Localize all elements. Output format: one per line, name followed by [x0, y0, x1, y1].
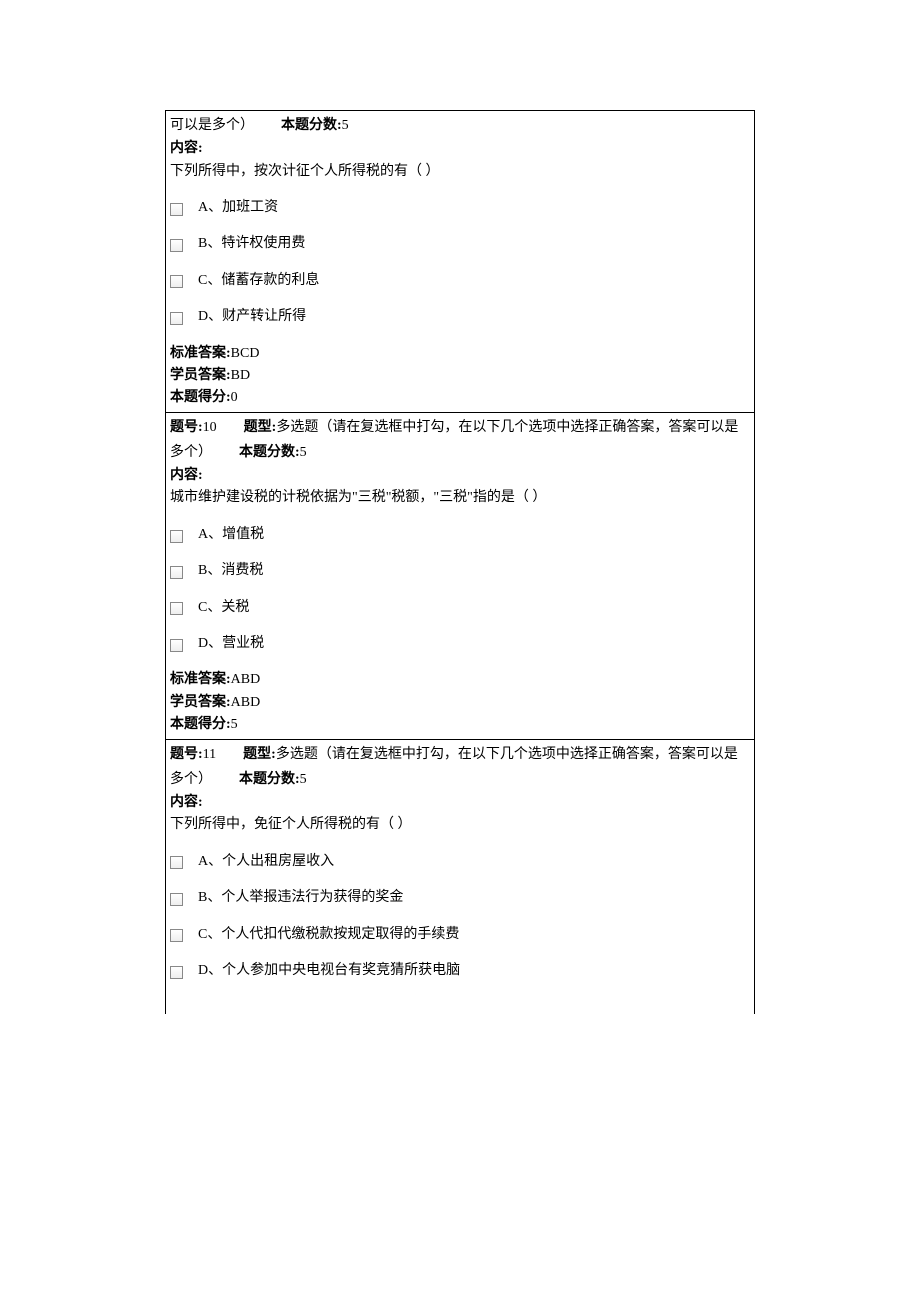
option-row: B、消费税: [170, 560, 750, 582]
type-label: 题型:: [244, 420, 277, 435]
got-score-value: 5: [231, 717, 238, 732]
question-header: 可以是多个） 本题分数:5: [170, 113, 750, 138]
qnum-value: 10: [203, 420, 217, 435]
option-text: B、消费税: [194, 560, 263, 582]
qnum-label: 题号:: [170, 420, 203, 435]
option-text: B、个人举报违法行为获得的奖金: [194, 887, 403, 909]
checkbox-wrap[interactable]: [170, 273, 194, 288]
question-content: 题号:10 题型:多选题（请在复选框中打勾，在以下几个选项中选择正确答案，答案可…: [166, 413, 754, 739]
question-header: 题号:11 题型:多选题（请在复选框中打勾，在以下几个选项中选择正确答案，答案可…: [170, 742, 750, 792]
score-label: 本题分数:: [239, 772, 300, 787]
got-score-label: 本题得分:: [170, 390, 231, 405]
checkbox-wrap[interactable]: [170, 310, 194, 325]
qnum-value: 11: [203, 747, 216, 762]
std-answer-label: 标准答案:: [170, 346, 231, 361]
option-text: C、关税: [194, 597, 249, 619]
checkbox-wrap[interactable]: [170, 600, 194, 615]
checkbox-wrap[interactable]: [170, 564, 194, 579]
option-row: B、个人举报违法行为获得的奖金: [170, 887, 750, 909]
checkbox-icon[interactable]: [170, 893, 183, 906]
std-answer-value: BCD: [231, 346, 260, 361]
checkbox-icon[interactable]: [170, 966, 183, 979]
content-text: 下列所得中，免征个人所得税的有（ ）: [170, 814, 750, 836]
content-text: 下列所得中，按次计征个人所得税的有（ ）: [170, 161, 750, 183]
checkbox-wrap[interactable]: [170, 854, 194, 869]
content-label: 内容:: [170, 465, 750, 487]
checkbox-icon[interactable]: [170, 530, 183, 543]
option-row: D、个人参加中央电视台有奖竞猜所获电脑: [170, 960, 750, 982]
score-label: 本题分数:: [239, 445, 300, 460]
option-row: C、关税: [170, 597, 750, 619]
checkbox-icon[interactable]: [170, 275, 183, 288]
checkbox-wrap[interactable]: [170, 528, 194, 543]
score-value: 5: [300, 772, 307, 787]
option-text: B、特许权使用费: [194, 233, 305, 255]
question-content: 可以是多个） 本题分数:5 内容: 下列所得中，按次计征个人所得税的有（ ） A…: [166, 111, 754, 412]
option-row: A、增值税: [170, 524, 750, 546]
option-text: A、个人出租房屋收入: [194, 851, 334, 873]
checkbox-icon[interactable]: [170, 856, 183, 869]
checkbox-icon[interactable]: [170, 239, 183, 252]
question-header: 题号:10 题型:多选题（请在复选框中打勾，在以下几个选项中选择正确答案，答案可…: [170, 415, 750, 465]
student-answer-label: 学员答案:: [170, 695, 231, 710]
content-label: 内容:: [170, 792, 750, 814]
checkbox-icon[interactable]: [170, 312, 183, 325]
option-text: A、加班工资: [194, 197, 278, 219]
checkbox-wrap[interactable]: [170, 927, 194, 942]
student-answer-value: BD: [231, 368, 250, 383]
score-value: 5: [342, 118, 349, 133]
checkbox-icon[interactable]: [170, 602, 183, 615]
checkbox-wrap[interactable]: [170, 637, 194, 652]
header-fragment: 可以是多个）: [170, 118, 254, 133]
checkbox-icon[interactable]: [170, 639, 183, 652]
question-block-9: 可以是多个） 本题分数:5 内容: 下列所得中，按次计征个人所得税的有（ ） A…: [165, 110, 755, 412]
student-answer-value: ABD: [231, 695, 261, 710]
question-block-10: 题号:10 题型:多选题（请在复选框中打勾，在以下几个选项中选择正确答案，答案可…: [165, 412, 755, 739]
score-label: 本题分数:: [281, 118, 342, 133]
option-text: C、储蓄存款的利息: [194, 270, 319, 292]
type-label: 题型:: [243, 747, 276, 762]
checkbox-wrap[interactable]: [170, 964, 194, 979]
option-row: B、特许权使用费: [170, 233, 750, 255]
checkbox-icon[interactable]: [170, 929, 183, 942]
option-row: D、营业税: [170, 633, 750, 655]
option-row: A、加班工资: [170, 197, 750, 219]
question-block-11: 题号:11 题型:多选题（请在复选框中打勾，在以下几个选项中选择正确答案，答案可…: [165, 739, 755, 1015]
option-row: D、财产转让所得: [170, 306, 750, 328]
option-text: D、财产转让所得: [194, 306, 306, 328]
question-content: 题号:11 题型:多选题（请在复选框中打勾，在以下几个选项中选择正确答案，答案可…: [166, 740, 754, 1015]
std-answer-value: ABD: [231, 672, 261, 687]
option-row: C、个人代扣代缴税款按规定取得的手续费: [170, 924, 750, 946]
option-text: A、增值税: [194, 524, 264, 546]
answer-section: 标准答案:ABD 学员答案:ABD 本题得分:5: [170, 669, 750, 736]
got-score-label: 本题得分:: [170, 717, 231, 732]
std-answer-label: 标准答案:: [170, 672, 231, 687]
got-score-value: 0: [231, 390, 238, 405]
checkbox-icon[interactable]: [170, 203, 183, 216]
checkbox-wrap[interactable]: [170, 237, 194, 252]
student-answer-label: 学员答案:: [170, 368, 231, 383]
checkbox-wrap[interactable]: [170, 891, 194, 906]
content-label: 内容:: [170, 138, 750, 160]
option-row: A、个人出租房屋收入: [170, 851, 750, 873]
option-text: C、个人代扣代缴税款按规定取得的手续费: [194, 924, 459, 946]
qnum-label: 题号:: [170, 747, 203, 762]
content-text: 城市维护建设税的计税依据为"三税"税额，"三税"指的是（ ）: [170, 487, 750, 509]
score-value: 5: [300, 445, 307, 460]
option-row: C、储蓄存款的利息: [170, 270, 750, 292]
checkbox-wrap[interactable]: [170, 201, 194, 216]
option-text: D、营业税: [194, 633, 264, 655]
checkbox-icon[interactable]: [170, 566, 183, 579]
answer-section: 标准答案:BCD 学员答案:BD 本题得分:0: [170, 343, 750, 410]
option-text: D、个人参加中央电视台有奖竞猜所获电脑: [194, 960, 460, 982]
